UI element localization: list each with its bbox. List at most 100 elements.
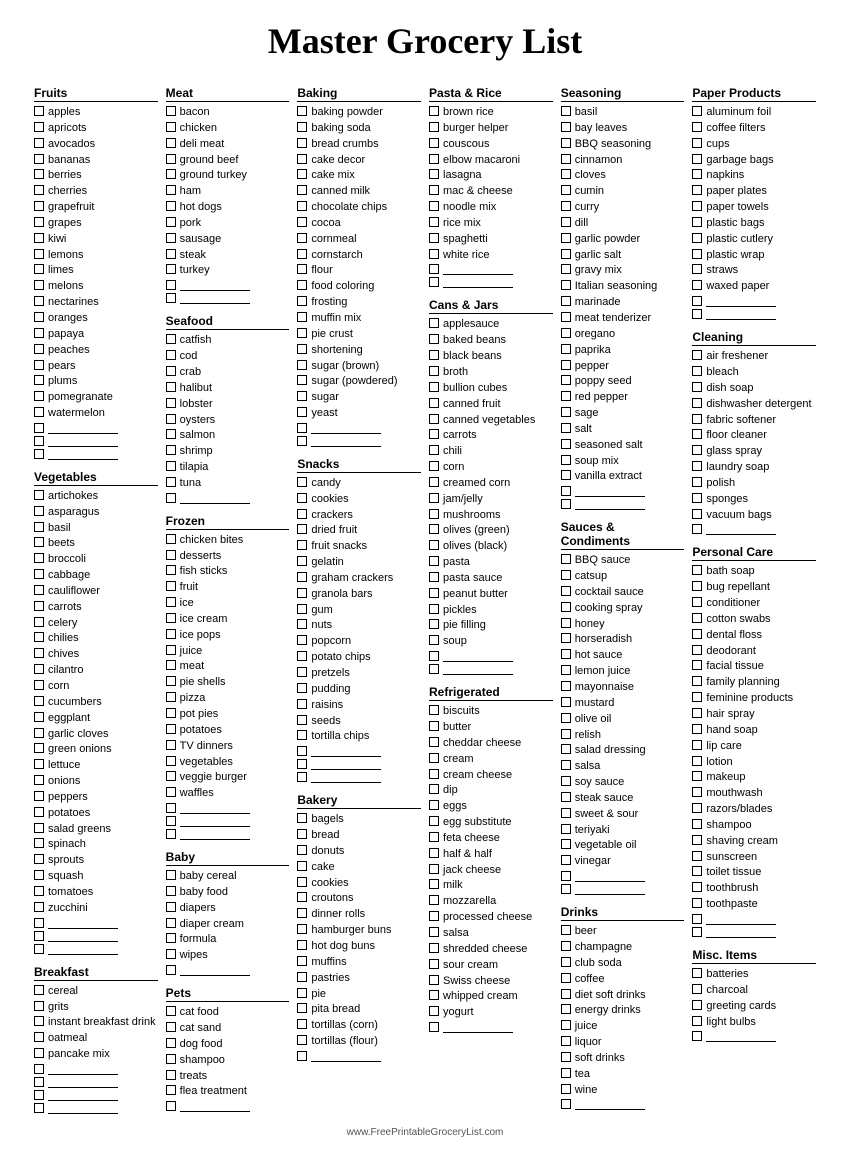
- checkbox[interactable]: [34, 407, 44, 417]
- checkbox[interactable]: [692, 724, 702, 734]
- checkbox[interactable]: [429, 138, 439, 148]
- list-item[interactable]: instant breakfast drink: [34, 1015, 158, 1030]
- list-item[interactable]: [429, 1021, 553, 1033]
- list-item[interactable]: cucumbers: [34, 695, 158, 710]
- checkbox[interactable]: [561, 486, 571, 496]
- checkbox[interactable]: [429, 800, 439, 810]
- checkbox[interactable]: [34, 106, 44, 116]
- checkbox[interactable]: [561, 989, 571, 999]
- list-item[interactable]: fruit snacks: [297, 539, 421, 554]
- checkbox[interactable]: [34, 1077, 44, 1087]
- checkbox[interactable]: [297, 217, 307, 227]
- list-item[interactable]: mozzarella: [429, 894, 553, 909]
- checkbox[interactable]: [429, 382, 439, 392]
- checkbox[interactable]: [561, 760, 571, 770]
- checkbox[interactable]: [561, 744, 571, 754]
- checkbox[interactable]: [692, 581, 702, 591]
- checkbox[interactable]: [561, 618, 571, 628]
- list-item[interactable]: [166, 815, 290, 827]
- checkbox[interactable]: [34, 553, 44, 563]
- list-item[interactable]: pie: [297, 987, 421, 1002]
- checkbox[interactable]: [166, 613, 176, 623]
- checkbox[interactable]: [34, 280, 44, 290]
- checkbox[interactable]: [34, 138, 44, 148]
- checkbox[interactable]: [561, 280, 571, 290]
- checkbox[interactable]: [297, 138, 307, 148]
- checkbox[interactable]: [297, 892, 307, 902]
- list-item[interactable]: cornstarch: [297, 248, 421, 263]
- list-item[interactable]: cereal: [34, 984, 158, 999]
- list-item[interactable]: cauliflower: [34, 584, 158, 599]
- list-item[interactable]: paper towels: [692, 200, 816, 215]
- checkbox[interactable]: [692, 509, 702, 519]
- checkbox[interactable]: [166, 829, 176, 839]
- checkbox[interactable]: [34, 759, 44, 769]
- checkbox[interactable]: [561, 138, 571, 148]
- list-item[interactable]: eggplant: [34, 711, 158, 726]
- list-item[interactable]: [297, 771, 421, 783]
- checkbox[interactable]: [166, 233, 176, 243]
- list-item[interactable]: sausage: [166, 232, 290, 247]
- checkbox[interactable]: [561, 455, 571, 465]
- checkbox[interactable]: [34, 1032, 44, 1042]
- checkbox[interactable]: [34, 296, 44, 306]
- checkbox[interactable]: [692, 280, 702, 290]
- list-item[interactable]: olives (black): [429, 539, 553, 554]
- list-item[interactable]: dog food: [166, 1037, 290, 1052]
- checkbox[interactable]: [297, 407, 307, 417]
- list-item[interactable]: pita bread: [297, 1002, 421, 1017]
- list-item[interactable]: [297, 758, 421, 770]
- list-item[interactable]: baking powder: [297, 105, 421, 120]
- list-item[interactable]: vacuum bags: [692, 508, 816, 523]
- checkbox[interactable]: [166, 1054, 176, 1064]
- list-item[interactable]: cilantro: [34, 663, 158, 678]
- list-item[interactable]: [297, 1050, 421, 1062]
- checkbox[interactable]: [692, 233, 702, 243]
- checkbox[interactable]: [429, 277, 439, 287]
- list-item[interactable]: elbow macaroni: [429, 153, 553, 168]
- checkbox[interactable]: [429, 1006, 439, 1016]
- checkbox[interactable]: [692, 851, 702, 861]
- checkbox[interactable]: [34, 775, 44, 785]
- list-item[interactable]: coffee filters: [692, 121, 816, 136]
- checkbox[interactable]: [429, 753, 439, 763]
- list-item[interactable]: salad greens: [34, 822, 158, 837]
- checkbox[interactable]: [166, 1006, 176, 1016]
- checkbox[interactable]: [429, 445, 439, 455]
- list-item[interactable]: BBQ seasoning: [561, 137, 685, 152]
- checkbox[interactable]: [166, 676, 176, 686]
- checkbox[interactable]: [429, 106, 439, 116]
- checkbox[interactable]: [561, 423, 571, 433]
- list-item[interactable]: whipped cream: [429, 989, 553, 1004]
- list-item[interactable]: pears: [34, 359, 158, 374]
- checkbox[interactable]: [297, 233, 307, 243]
- checkbox[interactable]: [297, 280, 307, 290]
- list-item[interactable]: basil: [561, 105, 685, 120]
- list-item[interactable]: oregano: [561, 327, 685, 342]
- checkbox[interactable]: [34, 344, 44, 354]
- list-item[interactable]: grapes: [34, 216, 158, 231]
- list-item[interactable]: Swiss cheese: [429, 974, 553, 989]
- checkbox[interactable]: [429, 461, 439, 471]
- list-item[interactable]: bread crumbs: [297, 137, 421, 152]
- checkbox[interactable]: [297, 154, 307, 164]
- list-item[interactable]: [166, 964, 290, 976]
- checkbox[interactable]: [692, 708, 702, 718]
- list-item[interactable]: bug repellant: [692, 580, 816, 595]
- list-item[interactable]: lip care: [692, 739, 816, 754]
- list-item[interactable]: apples: [34, 105, 158, 120]
- checkbox[interactable]: [297, 264, 307, 274]
- checkbox[interactable]: [561, 169, 571, 179]
- checkbox[interactable]: [692, 1031, 702, 1041]
- checkbox[interactable]: [34, 664, 44, 674]
- list-item[interactable]: beer: [561, 924, 685, 939]
- checkbox[interactable]: [561, 499, 571, 509]
- list-item[interactable]: basil: [34, 521, 158, 536]
- checkbox[interactable]: [429, 705, 439, 715]
- list-item[interactable]: batteries: [692, 967, 816, 982]
- checkbox[interactable]: [692, 366, 702, 376]
- checkbox[interactable]: [692, 597, 702, 607]
- checkbox[interactable]: [297, 201, 307, 211]
- checkbox[interactable]: [561, 729, 571, 739]
- list-item[interactable]: granola bars: [297, 587, 421, 602]
